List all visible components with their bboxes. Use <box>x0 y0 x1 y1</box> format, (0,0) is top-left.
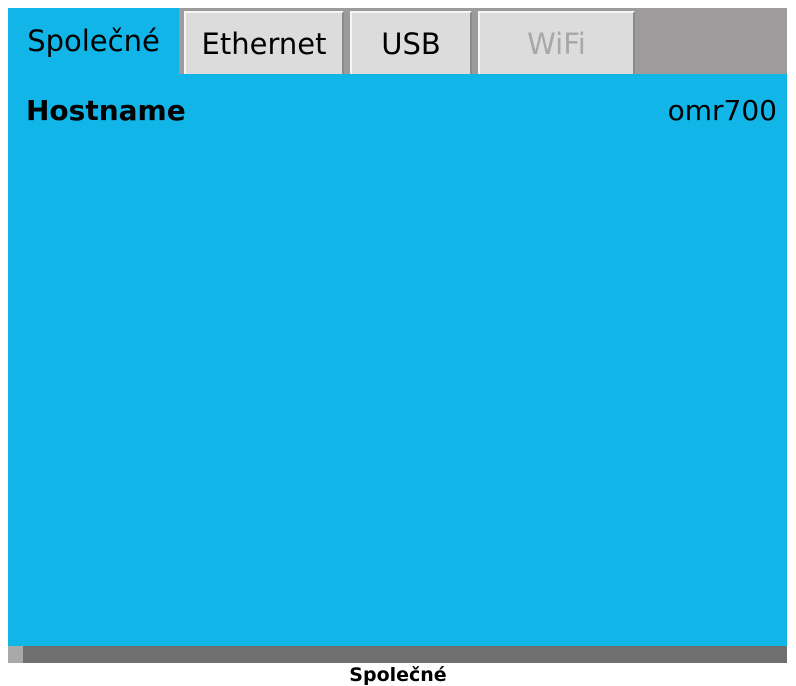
tab-ethernet[interactable]: Ethernet <box>184 11 344 74</box>
tab-spolecne[interactable]: Společné <box>8 8 179 74</box>
bottom-bar <box>8 646 787 663</box>
tab-label: USB <box>381 26 441 61</box>
tab-label: Ethernet <box>201 26 327 61</box>
settings-panel: Hostname omr700 <box>8 74 787 646</box>
hostname-value[interactable]: omr700 <box>668 94 777 127</box>
tab-wifi: WiFi <box>478 11 635 74</box>
tab-usb[interactable]: USB <box>350 11 472 74</box>
tab-label: WiFi <box>527 26 586 61</box>
hostname-label: Hostname <box>26 94 186 127</box>
tab-label: Společné <box>27 24 160 58</box>
bottom-bar-corner <box>8 646 23 663</box>
page-caption: Společné <box>349 664 447 686</box>
